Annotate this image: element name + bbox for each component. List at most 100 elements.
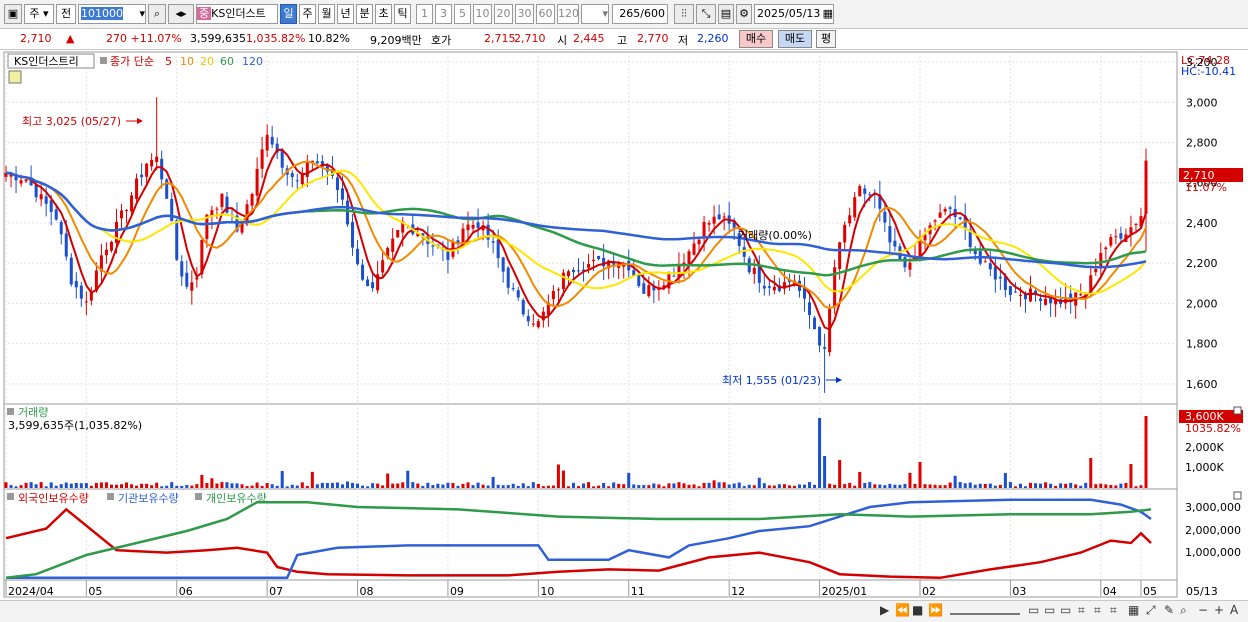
- price-type-select[interactable]: 전: [56, 4, 76, 24]
- fast-forward-icon[interactable]: ⏩: [928, 603, 943, 617]
- x-label-7: 11: [631, 585, 645, 598]
- x-label-8: 12: [731, 585, 745, 598]
- layout-icon-4[interactable]: ⌗: [1078, 603, 1085, 618]
- high-label: 고: [617, 34, 628, 47]
- layout-icon-1[interactable]: ▭: [1028, 603, 1039, 617]
- candle-body-51: [260, 149, 264, 169]
- stop-icon[interactable]: ■: [912, 603, 923, 617]
- sell-button[interactable]: 매도: [778, 30, 812, 48]
- period-minute-tab[interactable]: 분: [356, 4, 373, 24]
- layout-icon-2[interactable]: ▭: [1044, 603, 1055, 617]
- average-button[interactable]: 평: [816, 30, 836, 48]
- layout-icon-7[interactable]: ▦: [1128, 603, 1139, 617]
- candle-body-220: [1109, 237, 1113, 246]
- buy-button[interactable]: 매수: [739, 30, 773, 48]
- calendar-icon[interactable]: ▦: [823, 5, 833, 23]
- gear-icon[interactable]: ⚙: [736, 4, 752, 24]
- interval-30[interactable]: 30: [515, 4, 534, 24]
- candle-body-186: [938, 212, 942, 218]
- candle-body-200: [1008, 286, 1012, 295]
- candle-body-93: [471, 224, 475, 229]
- search-icon[interactable]: ⌕: [148, 4, 166, 24]
- volume-bar-105: [531, 482, 535, 488]
- period-weekly-tab[interactable]: 주: [299, 4, 316, 24]
- volume-panel-maximize-icon[interactable]: [1233, 406, 1242, 415]
- interval-dropdown[interactable]: ▾: [581, 4, 609, 24]
- candle-body-66: [335, 177, 339, 190]
- period-second-tab[interactable]: 초: [375, 4, 392, 24]
- volume-bar-164: [828, 483, 832, 488]
- zoom-in-icon[interactable]: +: [1214, 603, 1224, 617]
- zoom-search-icon[interactable]: ⌕: [1180, 603, 1187, 618]
- data-count-field[interactable]: 265/600: [612, 4, 668, 24]
- holdings-panel-maximize-icon[interactable]: [1233, 491, 1242, 500]
- font-size-icon[interactable]: A: [1230, 603, 1238, 617]
- volume-bar-197: [993, 485, 997, 488]
- interval-5[interactable]: 5: [454, 4, 471, 24]
- volume-bar-44: [225, 482, 229, 488]
- candle-body-149: [752, 268, 756, 274]
- volume-bar-93: [471, 485, 475, 488]
- layout-icon-5[interactable]: ⌗: [1094, 603, 1101, 618]
- candle-settings-icon[interactable]: ⫶⫶: [674, 4, 694, 24]
- volume-bar-217: [1094, 484, 1098, 488]
- tools-icon[interactable]: ⤡: [696, 4, 716, 24]
- period-monthly-tab[interactable]: 월: [318, 4, 335, 24]
- rewind-icon[interactable]: ⏪: [895, 603, 910, 617]
- volume-bar-33: [170, 482, 174, 488]
- candle-body-4: [24, 179, 28, 182]
- table-icon[interactable]: [8, 70, 22, 84]
- volume-bar-41: [210, 478, 214, 488]
- layout-icon-8[interactable]: ⤢: [1146, 603, 1156, 618]
- open-price: 2,445: [573, 32, 605, 45]
- interval-1[interactable]: 1: [416, 4, 433, 24]
- period-daily-tab[interactable]: 일: [280, 4, 297, 24]
- volume-bar-62: [315, 484, 319, 488]
- date-picker[interactable]: 2025/05/13 ▦: [754, 4, 834, 24]
- candle-body-75: [381, 260, 385, 273]
- chart-area[interactable]: KS인더스트리 종가 단순 5 10 20 60 120 최고 3,025 (0…: [0, 50, 1248, 600]
- volume-bar-160: [808, 482, 812, 488]
- candle-body-3: [19, 180, 23, 184]
- volume-bar-103: [521, 483, 525, 488]
- interval-120[interactable]: 120: [557, 4, 579, 24]
- trade-amount: 9,209백만: [370, 34, 422, 47]
- volume-bar-59: [300, 482, 304, 488]
- interval-3[interactable]: 3: [435, 4, 452, 24]
- candle-body-179: [903, 257, 907, 268]
- stock-name-field[interactable]: 중 KS인더스트: [196, 4, 278, 24]
- candle-body-26: [135, 178, 139, 200]
- zoom-out-icon[interactable]: −: [1198, 603, 1208, 617]
- layout-icon-3[interactable]: ▭: [1060, 603, 1071, 617]
- price-tick-5: 2,200: [1186, 257, 1218, 270]
- volume-bar-153: [772, 485, 776, 488]
- sound-icon[interactable]: ◂▸: [168, 4, 194, 24]
- window-icon[interactable]: ▣: [4, 4, 22, 24]
- volume-bar-138: [697, 486, 701, 488]
- scroll-right-icon[interactable]: ▶: [880, 603, 889, 617]
- volume-bar-110: [556, 464, 560, 488]
- volume-bar-30: [155, 482, 159, 488]
- layout-icon-6[interactable]: ⌗: [1110, 603, 1117, 618]
- period-tick-tab[interactable]: 틱: [394, 4, 411, 24]
- interval-10[interactable]: 10: [473, 4, 492, 24]
- candle-body-222: [1119, 233, 1123, 239]
- interval-60[interactable]: 60: [536, 4, 555, 24]
- save-icon[interactable]: ▤: [718, 4, 734, 24]
- volume-bar-86: [436, 483, 440, 488]
- x-axis-right-label: 05/13: [1186, 585, 1218, 598]
- pen-icon[interactable]: ✎: [1164, 603, 1174, 617]
- volume-bar-37: [190, 485, 194, 488]
- volume-bar-156: [787, 485, 791, 488]
- candle-body-58: [295, 180, 299, 182]
- interval-20[interactable]: 20: [494, 4, 513, 24]
- holdings-legend-icon-1: [7, 493, 14, 500]
- zoom-slider[interactable]: [950, 603, 1020, 615]
- volume-bar-128: [647, 485, 651, 488]
- market-type-select[interactable]: 주 ▾: [24, 4, 54, 24]
- candle-body-20: [104, 249, 108, 256]
- stock-code-input[interactable]: 101000 ▾: [78, 4, 146, 24]
- period-yearly-tab[interactable]: 년: [337, 4, 354, 24]
- volume-bar-201: [1013, 486, 1017, 488]
- volume-bar-89: [451, 483, 455, 488]
